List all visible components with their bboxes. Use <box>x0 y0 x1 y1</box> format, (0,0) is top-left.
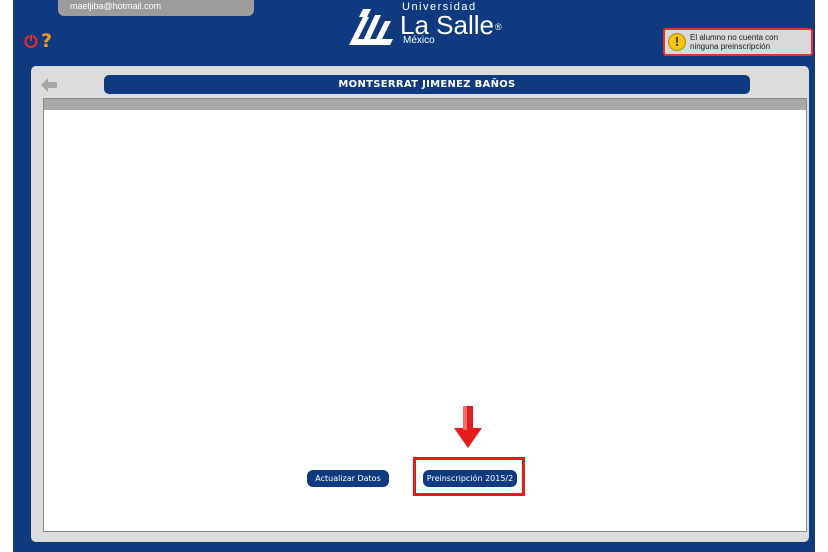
logo-mexico-text: México <box>403 35 435 46</box>
warning-icon: ! <box>668 33 686 51</box>
student-name-bar: MONTSERRAT JIMENEZ BAÑOS <box>104 75 750 94</box>
content-header-strip <box>44 99 806 110</box>
logo-registered-mark: ® <box>494 22 502 33</box>
logout-icon[interactable] <box>23 33 39 49</box>
notice-text: El alumno no cuenta con ninguna preinscr… <box>690 33 779 51</box>
update-data-button[interactable]: Actualizar Datos <box>307 470 389 487</box>
back-arrow-icon[interactable] <box>41 78 57 92</box>
app-frame: maeljiba@hotmail.com ? Universidad La Sa… <box>13 0 815 552</box>
preinscription-button[interactable]: Preinscripción 2015/2 <box>423 470 517 487</box>
university-logo: Universidad La Salle® México <box>349 0 509 46</box>
user-email: maeljiba@hotmail.com <box>58 0 254 16</box>
header-icons: ? <box>23 30 52 52</box>
preinscription-notice: ! El alumno no cuenta con ninguna preins… <box>663 28 813 56</box>
help-icon[interactable]: ? <box>41 31 52 51</box>
main-panel: MONTSERRAT JIMENEZ BAÑOS Actualizar Dato… <box>31 66 809 542</box>
down-arrow-indicator-icon <box>454 406 482 448</box>
la-salle-logo-icon <box>349 9 393 45</box>
